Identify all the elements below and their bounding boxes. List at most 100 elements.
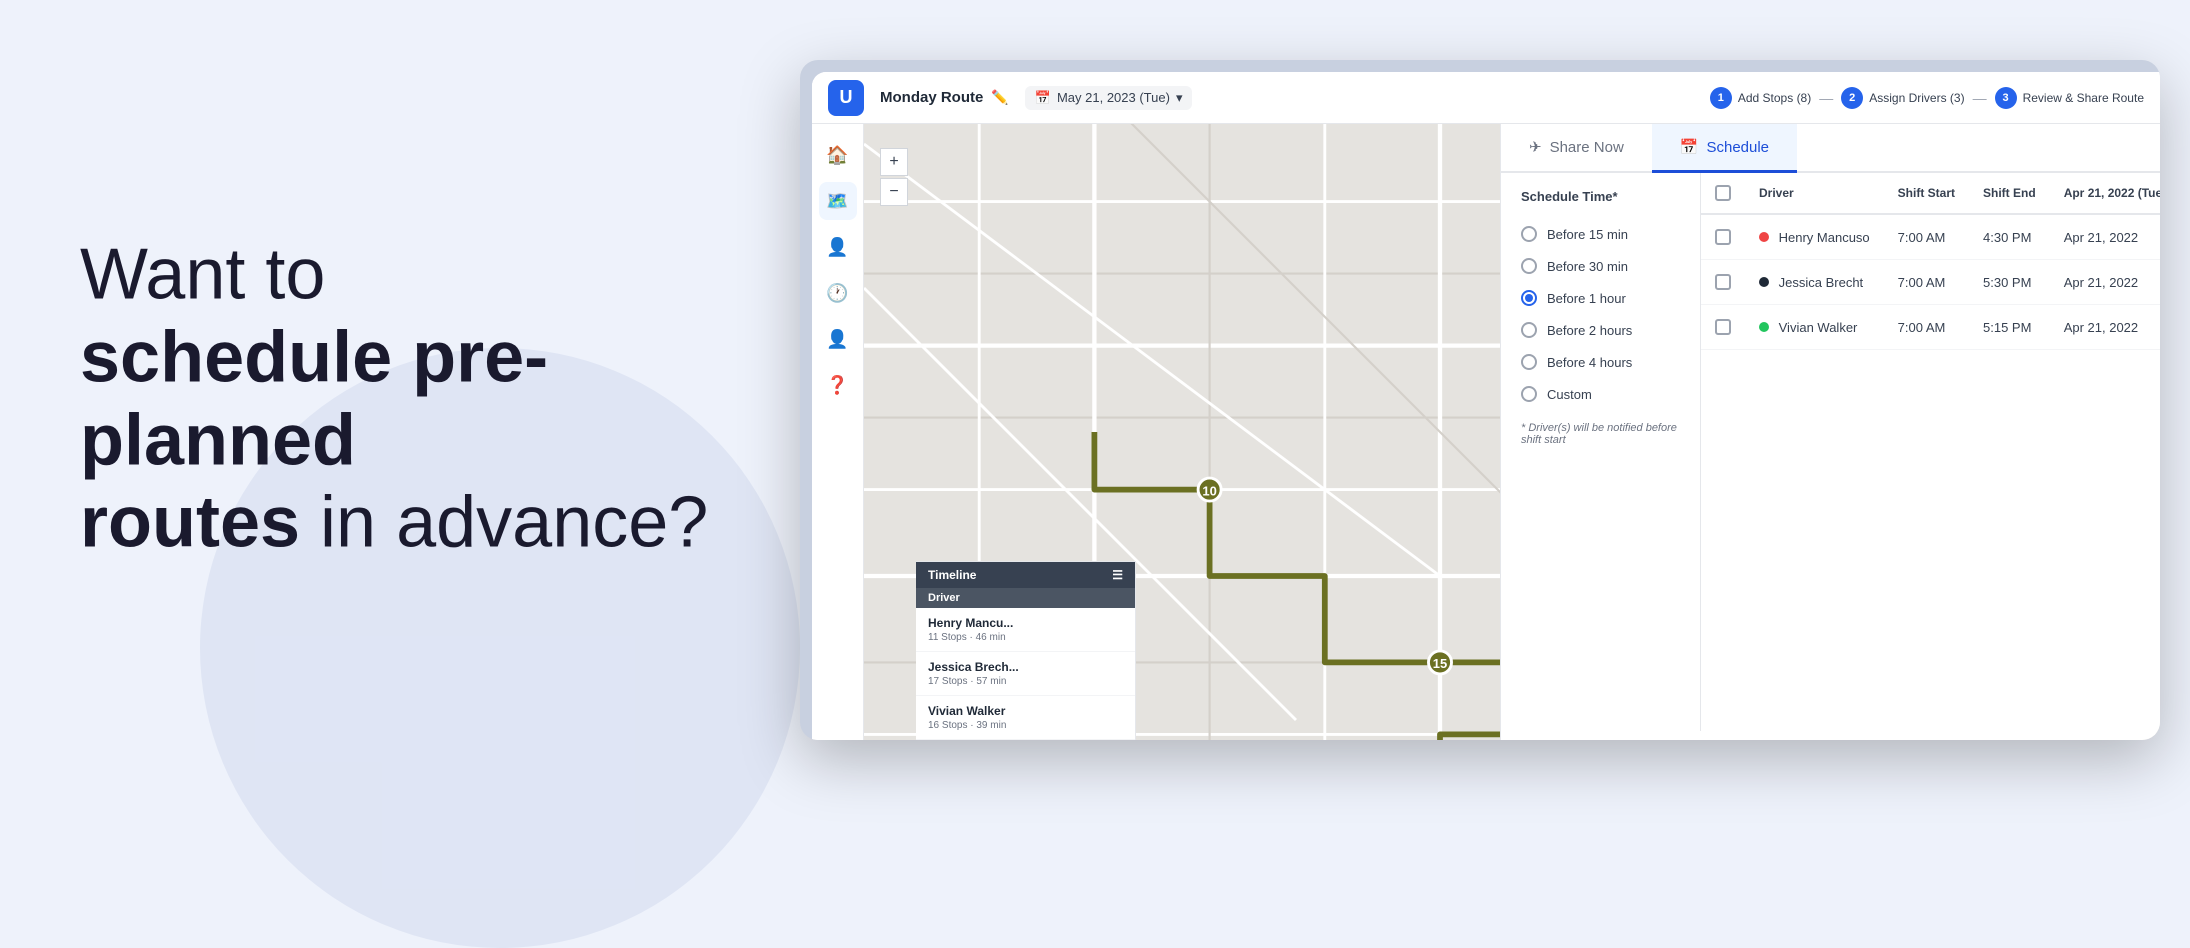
schedule-icon: 📅 [1680,138,1699,156]
radio-custom-label: Custom [1547,387,1592,402]
radio-1hour[interactable]: Before 1 hour [1521,282,1680,314]
radio-4hours-label: Before 4 hours [1547,355,1632,370]
radio-30min[interactable]: Before 30 min [1521,250,1680,282]
radio-15min-label: Before 15 min [1547,227,1628,242]
col-date: Apr 21, 2022 (Tue) ▾ [2050,173,2160,214]
driver-3-dot [1759,322,1769,332]
radio-2hours-label: Before 2 hours [1547,323,1632,338]
driver-2-name: Jessica Brech... [928,660,1123,674]
col-shift-end: Shift End [1969,173,2050,214]
row-2-shift-start: 7:00 AM [1884,260,1969,305]
table-row: Jessica Brecht 7:00 AM 5:30 PM Apr 21, 2… [1701,260,2160,305]
step-1: 1 Add Stops (8) [1710,87,1811,109]
sidebar-help-icon[interactable]: ❓ [819,366,857,404]
zoom-in-button[interactable]: + [880,148,908,176]
date-text: May 21, 2023 (Tue) [1057,90,1170,105]
row-3-date: Apr 21, 2022 [2050,305,2160,350]
map-area: 1 2 3 4 5 10 15 11 [864,124,2160,740]
radio-2hours-circle [1521,322,1537,338]
row-2-shift-end: 5:30 PM [1969,260,2050,305]
headline-line2-bold: schedule pre-planned [80,317,548,480]
radio-custom[interactable]: Custom [1521,378,1680,410]
radio-30min-label: Before 30 min [1547,259,1628,274]
schedule-label: Schedule [1706,139,1769,156]
col-driver: Driver [1745,173,1884,214]
edit-icon[interactable]: ✏️ [991,89,1008,106]
sidebar-map-icon[interactable]: 🗺️ [819,182,857,220]
step-1-num: 1 [1710,87,1732,109]
left-hero-section: Want to schedule pre-planned routes in a… [80,233,720,564]
row-2-date: Apr 21, 2022 [2050,260,2160,305]
col-shift-start: Shift Start [1884,173,1969,214]
row-1-checkbox[interactable] [1715,229,1731,245]
step-2-label: Assign Drivers (3) [1869,91,1964,105]
headline-line3-bold: routes [80,483,300,563]
timeline-driver-3: Vivian Walker 16 Stops · 39 min [916,696,1135,740]
schedule-note: * Driver(s) will be notified before shif… [1521,422,1680,446]
row-1-shift-end: 4:30 PM [1969,214,2050,260]
driver-3-name-cell: Vivian Walker [1779,320,1858,335]
step-2-num: 2 [1841,87,1863,109]
step-2: 2 Assign Drivers (3) [1841,87,1964,109]
timeline-header: Timeline ☰ [916,562,1135,588]
row-3-checkbox[interactable] [1715,319,1731,335]
zoom-out-button[interactable]: − [880,178,908,206]
app-inner: U Monday Route ✏️ 📅 May 21, 2023 (Tue) ▾… [812,72,2160,740]
table-row: Henry Mancuso 7:00 AM 4:30 PM Apr 21, 20… [1701,214,2160,260]
timeline-header-label: Timeline [928,568,976,582]
driver-1-meta: 11 Stops · 46 min [928,632,1123,643]
row-3-driver: Vivian Walker [1745,305,1884,350]
select-all-checkbox[interactable] [1715,185,1731,201]
row-3-shift-end: 5:15 PM [1969,305,2050,350]
hero-headline: Want to schedule pre-planned routes in a… [80,233,720,564]
tabs-row: ✈ Share Now 📅 Schedule [1501,124,2160,173]
driver-3-name: Vivian Walker [928,704,1123,718]
sidebar-home-icon[interactable]: 🏠 [819,136,857,174]
sidebar-user-icon[interactable]: 👤 [819,228,857,266]
app-title: Monday Route ✏️ [880,89,1009,106]
step-arrow-2: — [1973,90,1987,106]
driver-1-dot [1759,232,1769,242]
row-1-date: Apr 21, 2022 [2050,214,2160,260]
driver-3-meta: 16 Stops · 39 min [928,720,1123,731]
radio-15min[interactable]: Before 15 min [1521,218,1680,250]
timeline-driver-1: Henry Mancu... 11 Stops · 46 min [916,608,1135,652]
table-row: Vivian Walker 7:00 AM 5:15 PM Apr 21, 20… [1701,305,2160,350]
radio-15min-circle [1521,226,1537,242]
nav-date[interactable]: 📅 May 21, 2023 (Tue) ▾ [1025,86,1193,110]
driver-1-name-cell: Henry Mancuso [1779,230,1870,245]
svg-text:15: 15 [1433,656,1447,671]
schedule-time-label: Schedule Time* [1521,189,1680,204]
step-3-num: 3 [1995,87,2017,109]
headline-line1: Want to [80,234,325,314]
radio-30min-circle [1521,258,1537,274]
drivers-table: Driver Shift Start Shift End Apr 21, 202… [1701,173,2160,350]
route-title: Monday Route [880,89,983,106]
app-logo: U [828,80,864,116]
share-icon: ✈ [1529,138,1542,156]
driver-2-dot [1759,277,1769,287]
calendar-icon: 📅 [1035,90,1051,106]
schedule-content: Schedule Time* Before 15 min Before 30 m… [1501,173,2160,731]
sidebar-person-icon[interactable]: 👤 [819,320,857,358]
col-checkbox [1701,173,1745,214]
schedule-right: Driver Shift Start Shift End Apr 21, 202… [1701,173,2160,731]
top-nav: U Monday Route ✏️ 📅 May 21, 2023 (Tue) ▾… [812,72,2160,124]
nav-steps: 1 Add Stops (8) — 2 Assign Drivers (3) —… [1710,87,2144,109]
tab-share-now[interactable]: ✈ Share Now [1501,124,1652,173]
row-2-driver: Jessica Brecht [1745,260,1884,305]
row-3-shift-start: 7:00 AM [1884,305,1969,350]
step-arrow-1: — [1819,90,1833,106]
timeline-driver-2: Jessica Brech... 17 Stops · 57 min [916,652,1135,696]
step-3: 3 Review & Share Route [1995,87,2144,109]
radio-1hour-label: Before 1 hour [1547,291,1626,306]
row-2-checkbox[interactable] [1715,274,1731,290]
radio-2hours[interactable]: Before 2 hours [1521,314,1680,346]
sidebar-clock-icon[interactable]: 🕐 [819,274,857,312]
tab-schedule[interactable]: 📅 Schedule [1652,124,1797,173]
headline-line3-normal: in advance? [300,483,708,563]
driver-2-meta: 17 Stops · 57 min [928,676,1123,687]
radio-4hours[interactable]: Before 4 hours [1521,346,1680,378]
radio-custom-circle [1521,386,1537,402]
timeline-panel: Timeline ☰ Driver Henry Mancu... 11 Stop… [916,561,1136,740]
